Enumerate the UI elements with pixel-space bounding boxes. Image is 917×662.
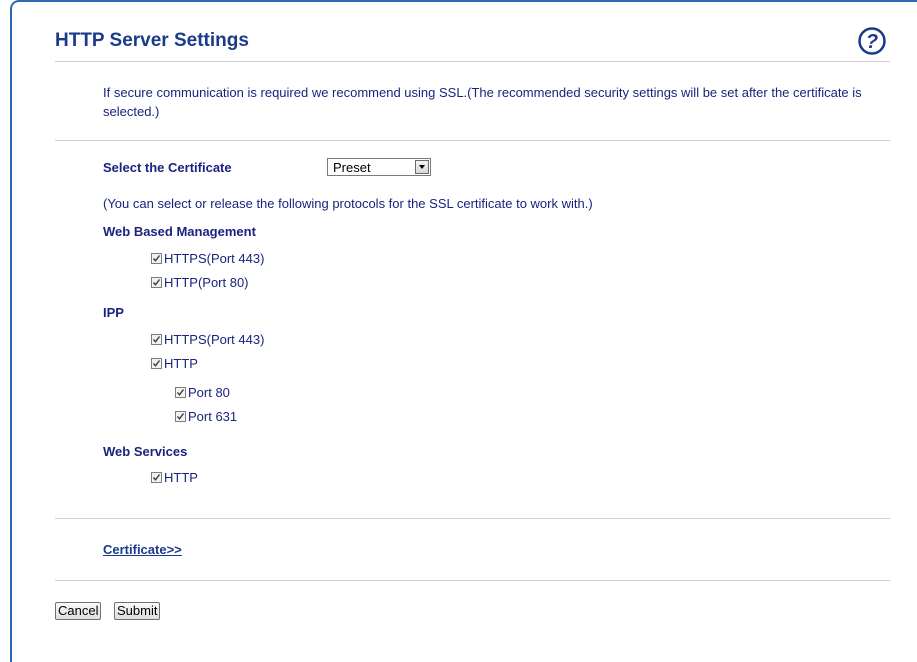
ipp-port631-checkbox-row[interactable]: Port 631 xyxy=(175,408,237,424)
ipp-https-checkbox[interactable] xyxy=(151,333,162,345)
ipp-port80-checkbox-row[interactable]: Port 80 xyxy=(175,384,230,400)
certificate-select-value: Preset xyxy=(333,160,371,175)
intro-divider xyxy=(55,140,890,141)
certificate-link[interactable]: Certificate>> xyxy=(103,542,182,557)
help-question-icon[interactable]: ? xyxy=(857,26,887,56)
wbm-http-checkbox[interactable] xyxy=(151,276,162,288)
wbm-https-checkbox-row[interactable]: HTTPS(Port 443) xyxy=(151,250,264,266)
web-based-management-heading: Web Based Management xyxy=(103,224,256,239)
ipp-http-label: HTTP xyxy=(164,355,198,371)
cancel-button[interactable]: Cancel xyxy=(55,602,102,620)
page-title: HTTP Server Settings xyxy=(55,30,249,51)
ssl-recommendation-text: If secure communication is required we r… xyxy=(103,85,862,119)
ipp-port80-label: Port 80 xyxy=(188,384,230,400)
wbm-http-label: HTTP(Port 80) xyxy=(164,274,249,290)
protocols-divider xyxy=(55,518,890,519)
select-certificate-label: Select the Certificate xyxy=(103,160,232,175)
ipp-https-label: HTTPS(Port 443) xyxy=(164,331,265,347)
wbm-http-checkbox-row[interactable]: HTTP(Port 80) xyxy=(151,274,249,290)
ipp-http-checkbox-row[interactable]: HTTP xyxy=(151,355,198,371)
footer-divider xyxy=(55,580,890,581)
svg-text:?: ? xyxy=(866,31,878,53)
ipp-https-checkbox-row[interactable]: HTTPS(Port 443) xyxy=(151,331,264,347)
ws-http-checkbox[interactable] xyxy=(151,471,162,483)
web-services-heading: Web Services xyxy=(103,444,188,459)
ipp-port80-checkbox[interactable] xyxy=(175,386,186,398)
wbm-https-label: HTTPS(Port 443) xyxy=(164,250,265,266)
certificate-select[interactable]: Preset xyxy=(327,158,431,176)
chevron-down-icon[interactable] xyxy=(415,160,429,174)
ws-http-label: HTTP xyxy=(164,469,198,485)
ipp-heading: IPP xyxy=(103,305,124,320)
ws-http-checkbox-row[interactable]: HTTP xyxy=(151,469,198,485)
submit-button[interactable]: Submit xyxy=(114,602,161,620)
ipp-port631-checkbox[interactable] xyxy=(175,410,186,422)
ipp-port631-label: Port 631 xyxy=(188,408,238,424)
ipp-http-checkbox[interactable] xyxy=(151,357,162,369)
title-divider xyxy=(55,61,890,62)
wbm-https-checkbox[interactable] xyxy=(151,252,162,264)
protocols-note: (You can select or release the following… xyxy=(103,196,593,211)
